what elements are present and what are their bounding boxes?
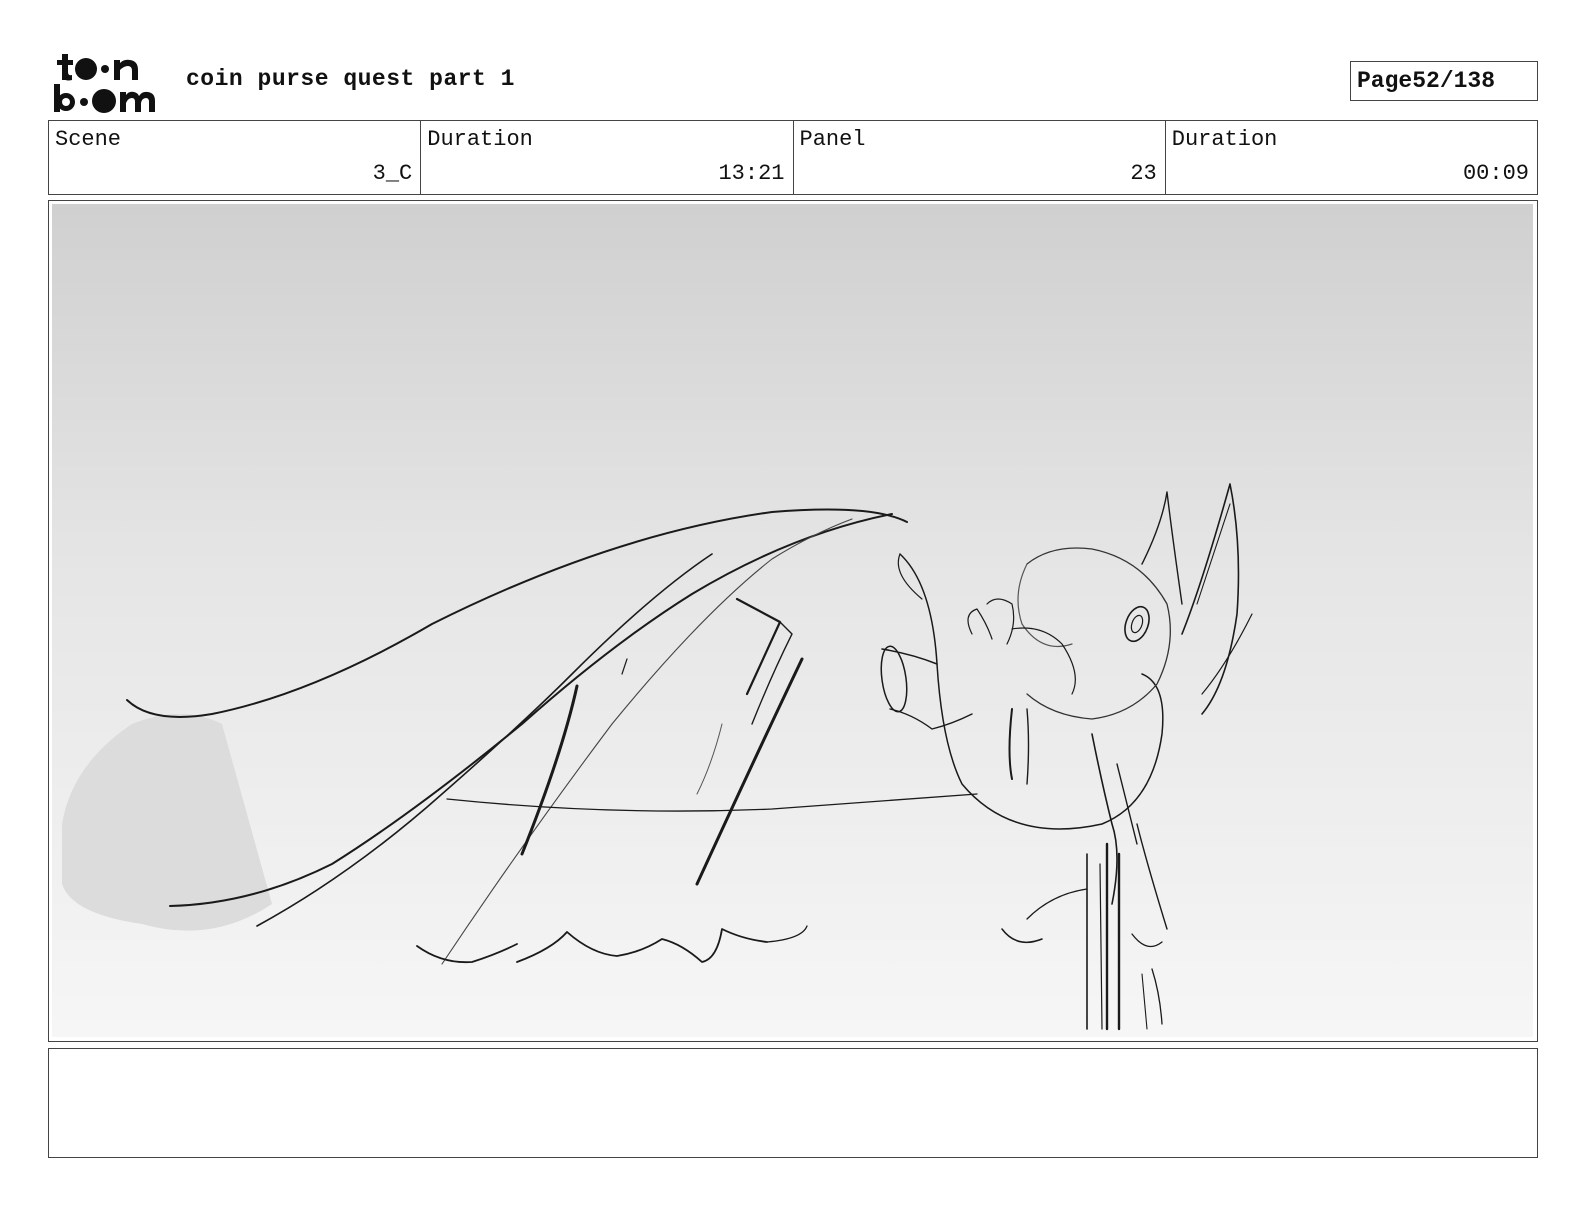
- scene-value: 3_C: [372, 161, 413, 186]
- panel-frame: [48, 200, 1538, 1042]
- scene-label: Scene: [55, 127, 122, 152]
- scene-cell: Scene 3_C: [49, 121, 422, 194]
- page-number: 52/138: [1412, 68, 1496, 94]
- sketch-drawing: [62, 483, 1253, 1031]
- document-title: coin purse quest part 1: [186, 66, 515, 92]
- scene-duration-value: 13:21: [718, 161, 785, 186]
- toon-boom-logo: [54, 54, 155, 113]
- panel-notes: [48, 1048, 1538, 1158]
- storyboard-sketch: [52, 204, 1533, 1037]
- scene-duration-cell: Duration 13:21: [421, 121, 794, 194]
- panel-duration-label: Duration: [1171, 127, 1278, 152]
- panel-value: 23: [1130, 161, 1157, 186]
- page-indicator: Page 52/138: [1350, 61, 1538, 101]
- panel-cell: Panel 23: [794, 121, 1166, 194]
- panel-duration-value: 00:09: [1462, 161, 1529, 186]
- panel-label: Panel: [799, 127, 866, 152]
- scene-duration-label: Duration: [427, 127, 533, 152]
- panel-duration-cell: Duration 00:09: [1166, 121, 1537, 194]
- scene-info-row: Scene 3_C Duration 13:21 Panel 23 Durati…: [48, 120, 1538, 195]
- page-label: Page: [1357, 68, 1413, 94]
